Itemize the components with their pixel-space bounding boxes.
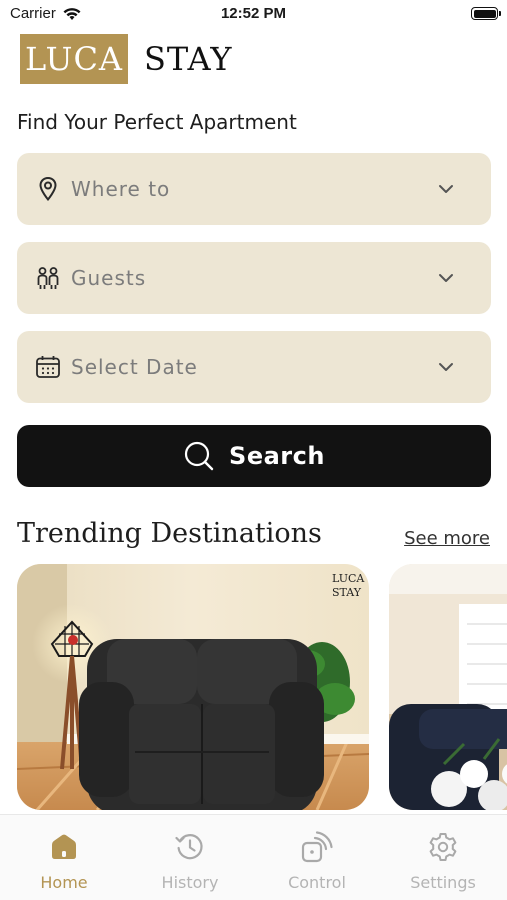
tab-settings[interactable]: Settings xyxy=(393,831,493,892)
search-button-label: Search xyxy=(229,442,325,470)
see-more-link[interactable]: See more xyxy=(404,528,490,549)
card-watermark-stay: STAY xyxy=(332,586,362,599)
destination-card[interactable]: LUCA STAY xyxy=(17,564,369,810)
where-to-label: Where to xyxy=(71,177,171,201)
tab-home[interactable]: Home xyxy=(14,831,114,892)
tab-history-label: History xyxy=(161,873,219,892)
tab-control[interactable]: Control xyxy=(267,831,367,892)
tab-control-label: Control xyxy=(288,873,346,892)
page-subtitle: Find Your Perfect Apartment xyxy=(17,110,297,134)
tab-settings-label: Settings xyxy=(410,873,476,892)
bottom-tab-bar: Home History Control Settings xyxy=(0,814,507,900)
section-title-trending: Trending Destinations xyxy=(17,518,322,549)
chevron-down-icon xyxy=(437,180,455,198)
search-button[interactable]: Search xyxy=(17,425,491,487)
logo-mark: LUCA xyxy=(20,34,128,84)
chevron-down-icon xyxy=(437,269,455,287)
tab-home-label: Home xyxy=(40,873,88,892)
app-logo: LUCA STAY xyxy=(20,34,232,84)
destination-card[interactable] xyxy=(389,564,507,810)
tab-history[interactable]: History xyxy=(140,831,240,892)
control-icon xyxy=(301,831,333,863)
history-icon xyxy=(175,831,205,863)
location-pin-icon xyxy=(35,175,61,203)
card-watermark-luca: LUCA xyxy=(332,572,365,585)
guests-icon xyxy=(35,264,61,292)
search-icon xyxy=(183,440,215,472)
apartment-photo xyxy=(389,564,507,810)
guests-dropdown[interactable]: Guests xyxy=(17,242,491,314)
battery-icon xyxy=(471,7,501,20)
where-to-dropdown[interactable]: Where to xyxy=(17,153,491,225)
status-bar: Carrier 12:52 PM xyxy=(0,0,507,30)
calendar-icon xyxy=(35,353,61,381)
status-time: 12:52 PM xyxy=(220,5,287,22)
guests-label: Guests xyxy=(71,266,147,290)
home-icon xyxy=(50,831,78,863)
gear-icon xyxy=(428,831,458,863)
date-dropdown[interactable]: Select Date xyxy=(17,331,491,403)
apartment-photo: LUCA STAY xyxy=(17,564,369,810)
date-label: Select Date xyxy=(71,355,198,379)
logo-wordmark: STAY xyxy=(144,40,233,78)
chevron-down-icon xyxy=(437,358,455,376)
